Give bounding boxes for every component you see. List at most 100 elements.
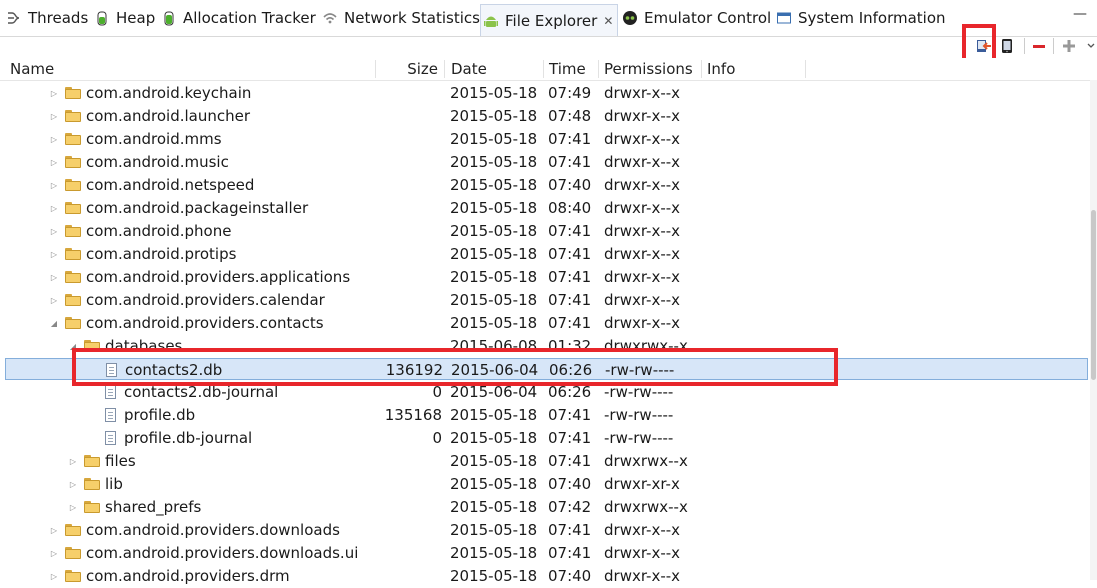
file-row[interactable]: contacts2.db-journal 0 2015-06-04 06:26 -rw-… — [0, 381, 1090, 404]
column-divider[interactable] — [543, 60, 544, 78]
column-size[interactable]: Size — [376, 58, 438, 80]
folder-row[interactable]: ▷ com.android.providers.applications 2015-… — [0, 266, 1090, 289]
row-permissions: -rw-rw---- — [604, 429, 674, 447]
column-info[interactable]: Info — [707, 58, 735, 80]
row-date: 2015-05-18 — [450, 314, 538, 332]
row-name: com.android.providers.calendar — [86, 291, 325, 309]
row-permissions: -rw-rw---- — [604, 383, 674, 401]
expand-arrow-open-icon[interactable]: ◢ — [49, 312, 59, 335]
expand-arrow-closed-icon[interactable]: ▷ — [49, 243, 59, 266]
folder-row[interactable]: ▷ com.android.mms 2015-05-18 07:41 drwxr-x--… — [0, 128, 1090, 151]
expand-arrow-closed-icon[interactable]: ▷ — [49, 128, 59, 151]
expand-arrow-closed-icon[interactable]: ▷ — [49, 82, 59, 105]
tab-threads[interactable]: Threads — [6, 5, 88, 31]
expand-arrow-closed-icon[interactable]: ▷ — [49, 519, 59, 542]
column-date[interactable]: Date — [451, 58, 487, 80]
row-name: com.android.protips — [86, 245, 237, 263]
expand-arrow-open-icon[interactable]: ◢ — [68, 335, 78, 358]
row-size — [342, 312, 442, 335]
expand-arrow-closed-icon[interactable]: ▷ — [49, 105, 59, 128]
row-permissions: drwxr-x--x — [604, 567, 681, 585]
column-divider[interactable] — [598, 60, 599, 78]
row-name: com.android.mms — [86, 130, 222, 148]
row-time: 07:49 — [548, 84, 592, 102]
row-name: com.android.packageinstaller — [86, 199, 309, 217]
row-name: com.android.providers.downloads.ui — [86, 544, 359, 562]
row-size: 0 — [432, 383, 442, 401]
folder-row[interactable]: ▷ lib 2015-05-18 07:40 drwxr-xr-x — [0, 473, 1090, 496]
row-date: 2015-05-18 — [450, 567, 538, 585]
expand-arrow-closed-icon[interactable]: ▷ — [68, 496, 78, 519]
expand-arrow-closed-icon[interactable]: ▷ — [49, 151, 59, 174]
minimize-view-button[interactable]: — — [1073, 6, 1087, 22]
folder-icon — [65, 202, 81, 214]
tab-heap[interactable]: Heap — [94, 5, 155, 31]
folder-icon — [65, 179, 81, 191]
column-divider[interactable] — [805, 60, 806, 78]
folder-icon — [65, 225, 81, 237]
expand-arrow-closed-icon[interactable]: ▷ — [49, 266, 59, 289]
row-date: 2015-05-18 — [450, 521, 538, 539]
folder-row[interactable]: ▷ com.android.packageinstaller 2015-05-18 0… — [0, 197, 1090, 220]
delete-icon[interactable] — [1031, 38, 1047, 54]
folder-row[interactable]: ▷ files 2015-05-18 07:41 drwxrwx--x — [0, 450, 1090, 473]
expand-arrow-closed-icon[interactable]: ▷ — [49, 174, 59, 197]
expand-arrow-closed-icon[interactable]: ▷ — [49, 289, 59, 312]
expand-arrow-closed-icon[interactable]: ▷ — [49, 220, 59, 243]
column-permissions[interactable]: Permissions — [604, 58, 693, 80]
folder-row[interactable]: ▷ com.android.providers.drm 2015-05-18 07:4… — [0, 565, 1090, 588]
close-tab-icon[interactable]: ✕ — [603, 14, 613, 28]
folder-row[interactable]: ▷ com.android.phone 2015-05-18 07:41 drwxr-x… — [0, 220, 1090, 243]
expand-arrow-closed-icon[interactable]: ▷ — [68, 473, 78, 496]
expand-arrow-closed-icon[interactable]: ▷ — [49, 565, 59, 588]
file-row[interactable]: profile.db 135168 2015-05-18 07:41 -rw-rw---… — [0, 404, 1090, 427]
folder-row[interactable]: ▷ com.android.netspeed 2015-05-18 07:40 drwx… — [0, 174, 1090, 197]
expand-arrow-closed-icon[interactable]: ▷ — [49, 197, 59, 220]
expand-arrow-closed-icon[interactable]: ▷ — [49, 542, 59, 565]
folder-row[interactable]: ▷ com.android.keychain 2015-05-18 07:49 drwx… — [0, 82, 1090, 105]
row-size — [342, 151, 442, 174]
tab-network-statistics[interactable]: Network Statistics — [322, 5, 480, 31]
row-name: com.android.keychain — [86, 84, 252, 102]
view-menu-icon[interactable] — [1086, 38, 1096, 54]
folder-row[interactable]: ▷ com.android.protips 2015-05-18 07:41 drwxr… — [0, 243, 1090, 266]
column-divider[interactable] — [444, 60, 445, 78]
row-date: 2015-06-04 — [450, 383, 538, 401]
row-name: shared_prefs — [105, 498, 202, 516]
tab-system-information[interactable]: System Information — [776, 5, 946, 31]
row-permissions: drwxr-x--x — [604, 268, 681, 286]
new-folder-icon[interactable] — [1061, 38, 1077, 54]
folder-row[interactable]: ▷ shared_prefs 2015-05-18 07:42 drwxrwx--x — [0, 496, 1090, 519]
row-time: 08:40 — [548, 199, 592, 217]
row-name: lib — [105, 475, 123, 493]
column-time[interactable]: Time — [549, 58, 586, 80]
row-time: 06:26 — [549, 361, 593, 379]
column-name[interactable]: Name — [10, 58, 54, 80]
folder-row[interactable]: ▷ com.android.music 2015-05-18 07:41 drwxr-x… — [0, 151, 1090, 174]
row-size — [342, 519, 442, 542]
file-row[interactable]: profile.db-journal 0 2015-05-18 07:41 -rw-rw… — [0, 427, 1090, 450]
tab-allocation-tracker[interactable]: Allocation Tracker — [161, 5, 316, 31]
pull-file-from-device-icon[interactable] — [976, 38, 992, 54]
row-time: 07:41 — [548, 245, 592, 263]
scrollbar-thumb[interactable] — [1091, 210, 1096, 380]
file-row[interactable]: contacts2.db 136192 2015-06-04 06:26 -rw-rw-… — [5, 358, 1088, 380]
row-permissions: drwxr-x--x — [604, 314, 681, 332]
folder-row[interactable]: ◢ databases 2015-06-08 01:32 drwxrwx--x — [0, 335, 1090, 358]
row-name: com.android.netspeed — [86, 176, 255, 194]
folder-row[interactable]: ▷ com.android.launcher 2015-05-18 07:48 drwx… — [0, 105, 1090, 128]
folder-row[interactable]: ▷ com.android.providers.downloads 2015-05-… — [0, 519, 1090, 542]
row-date: 2015-05-18 — [450, 452, 538, 470]
folder-row[interactable]: ◢ com.android.providers.contacts 2015-05-1… — [0, 312, 1090, 335]
push-file-onto-device-icon[interactable] — [999, 38, 1015, 54]
folder-row[interactable]: ▷ com.android.providers.downloads.ui 2015-… — [0, 542, 1090, 565]
row-permissions: drwxr-x--x — [604, 222, 681, 240]
folder-row[interactable]: ▷ com.android.providers.calendar 2015-05-1… — [0, 289, 1090, 312]
tab-emulator-control[interactable]: Emulator Control — [622, 5, 771, 31]
column-divider[interactable] — [701, 60, 702, 78]
expand-arrow-closed-icon[interactable]: ▷ — [68, 450, 78, 473]
file-icon — [106, 363, 117, 377]
row-date: 2015-05-18 — [450, 176, 538, 194]
tab-file-explorer[interactable]: File Explorer ✕ — [480, 4, 619, 36]
vertical-scrollbar[interactable] — [1090, 80, 1097, 580]
